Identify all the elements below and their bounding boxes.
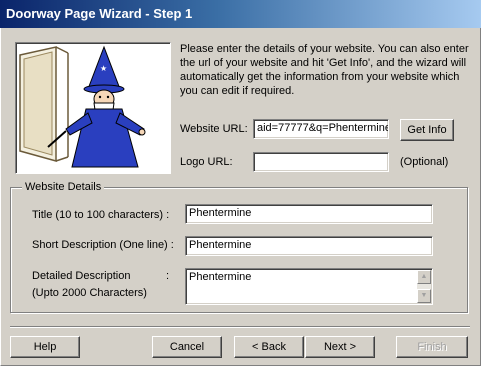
textarea-scrollbar[interactable]: ▲ ▼ bbox=[417, 270, 431, 303]
title-label: Title (10 to 100 characters) : bbox=[32, 209, 170, 221]
back-button[interactable]: < Back bbox=[234, 336, 304, 358]
detailed-description-limit: (Upto 2000 Characters) bbox=[32, 287, 147, 299]
next-button[interactable]: Next > bbox=[305, 336, 375, 358]
detailed-description-text: Phentermine bbox=[189, 271, 252, 283]
detailed-description-textarea[interactable]: Phentermine ▲ ▼ bbox=[185, 268, 433, 305]
logo-url-input[interactable] bbox=[253, 152, 389, 172]
website-url-label: Website URL: bbox=[180, 123, 248, 135]
svg-text:★: ★ bbox=[100, 64, 107, 73]
wizard-icon: ★ bbox=[19, 45, 146, 168]
logo-url-label: Logo URL: bbox=[180, 156, 233, 168]
wizard-illustration: ★ bbox=[15, 42, 171, 174]
detailed-description-label: Detailed Description bbox=[32, 270, 131, 282]
get-info-button[interactable]: Get Info bbox=[400, 119, 454, 141]
optional-hint: (Optional) bbox=[400, 156, 449, 168]
short-description-label: Short Description (One line) : bbox=[32, 239, 174, 251]
title-input[interactable]: Phentermine bbox=[185, 204, 433, 224]
button-separator bbox=[10, 326, 470, 328]
window-title: Doorway Page Wizard - Step 1 bbox=[0, 0, 481, 28]
finish-button: Finish bbox=[396, 336, 468, 358]
help-button[interactable]: Help bbox=[10, 336, 80, 358]
website-details-legend: Website Details bbox=[22, 181, 105, 193]
intro-text: Please enter the details of your website… bbox=[180, 43, 469, 97]
scroll-up-arrow-icon[interactable]: ▲ bbox=[417, 270, 431, 284]
short-description-input[interactable]: Phentermine bbox=[185, 236, 433, 256]
scroll-down-arrow-icon[interactable]: ▼ bbox=[417, 289, 431, 303]
detailed-description-colon: : bbox=[166, 270, 170, 282]
website-url-input[interactable]: aid=77777&q=Phentermine bbox=[253, 119, 389, 139]
cancel-button[interactable]: Cancel bbox=[152, 336, 222, 358]
